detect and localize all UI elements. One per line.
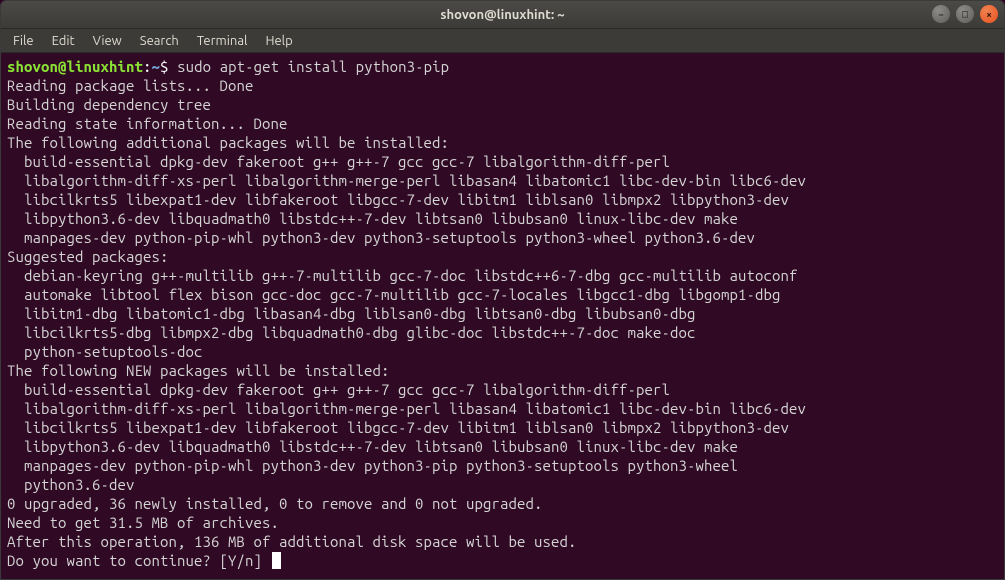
- command-text: sudo apt-get install python3-pip: [177, 58, 449, 75]
- output-line: build-essential dpkg-dev fakeroot g++ g+…: [7, 381, 670, 398]
- window-controls: – □ ×: [932, 5, 998, 23]
- prompt-dollar: $: [160, 58, 177, 75]
- output-line: manpages-dev python-pip-whl python3-dev …: [7, 457, 738, 474]
- output-line: libalgorithm-diff-xs-perl libalgorithm-m…: [7, 400, 806, 417]
- output-line: libcilkrts5-dbg libmpx2-dbg libquadmath0…: [7, 324, 696, 341]
- prompt-path: ~: [152, 58, 161, 75]
- output-line: libpython3.6-dev libquadmath0 libstdc++-…: [7, 438, 738, 455]
- output-line: automake libtool flex bison gcc-doc gcc-…: [7, 286, 781, 303]
- menu-search[interactable]: Search: [132, 32, 187, 50]
- output-line: The following additional packages will b…: [7, 134, 449, 151]
- output-line: build-essential dpkg-dev fakeroot g++ g+…: [7, 153, 670, 170]
- minimize-button[interactable]: –: [932, 5, 950, 23]
- cursor-icon: [272, 552, 281, 569]
- terminal-body[interactable]: shovon@linuxhint:~$ sudo apt-get install…: [1, 53, 1004, 579]
- output-line: libcilkrts5 libexpat1-dev libfakeroot li…: [7, 419, 789, 436]
- output-line: manpages-dev python-pip-whl python3-dev …: [7, 229, 755, 246]
- close-icon: ×: [986, 9, 992, 20]
- menu-view[interactable]: View: [85, 32, 130, 50]
- output-line: libcilkrts5 libexpat1-dev libfakeroot li…: [7, 191, 789, 208]
- output-line: After this operation, 136 MB of addition…: [7, 533, 577, 550]
- output-line: Need to get 31.5 MB of archives.: [7, 514, 279, 531]
- window-title: shovon@linuxhint: ~: [440, 8, 564, 22]
- menubar: File Edit View Search Terminal Help: [1, 29, 1004, 53]
- menu-edit[interactable]: Edit: [44, 32, 83, 50]
- output-line: Building dependency tree: [7, 96, 211, 113]
- prompt-separator: :: [143, 58, 152, 75]
- menu-terminal[interactable]: Terminal: [189, 32, 256, 50]
- titlebar: shovon@linuxhint: ~ – □ ×: [1, 1, 1004, 29]
- output-line: Reading state information... Done: [7, 115, 288, 132]
- output-line: libitm1-dbg libatomic1-dbg libasan4-dbg …: [7, 305, 696, 322]
- minimize-icon: –: [938, 9, 944, 20]
- output-line: 0 upgraded, 36 newly installed, 0 to rem…: [7, 495, 543, 512]
- output-line: libpython3.6-dev libquadmath0 libstdc++-…: [7, 210, 738, 227]
- output-line: Do you want to continue? [Y/n]: [7, 552, 271, 569]
- output-line: libalgorithm-diff-xs-perl libalgorithm-m…: [7, 172, 806, 189]
- output-line: Reading package lists... Done: [7, 77, 254, 94]
- prompt-user-host: shovon@linuxhint: [7, 58, 143, 75]
- menu-file[interactable]: File: [5, 32, 42, 50]
- output-line: Suggested packages:: [7, 248, 169, 265]
- close-button[interactable]: ×: [980, 5, 998, 23]
- output-line: python3.6-dev: [7, 476, 135, 493]
- output-line: debian-keyring g++-multilib g++-7-multil…: [7, 267, 798, 284]
- maximize-icon: □: [962, 8, 968, 20]
- menu-help[interactable]: Help: [257, 32, 300, 50]
- maximize-button[interactable]: □: [956, 5, 974, 23]
- terminal-window: shovon@linuxhint: ~ – □ × File Edit View…: [0, 0, 1005, 580]
- output-line: The following NEW packages will be insta…: [7, 362, 390, 379]
- output-line: python-setuptools-doc: [7, 343, 203, 360]
